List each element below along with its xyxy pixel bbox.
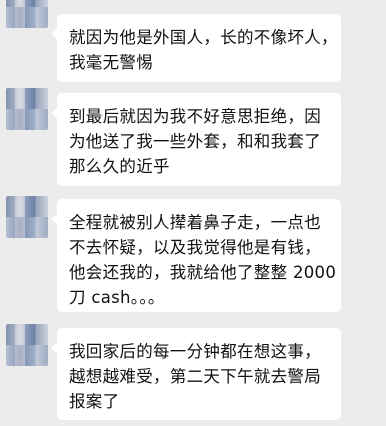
message-text-line: 报案了	[69, 392, 120, 411]
message-bubble[interactable]: 我回家后的每一分钟都在想这事， 越想越难受，第二天下午就去警局 报案了	[51, 328, 341, 420]
message-text-line: 那么久的近乎	[69, 157, 170, 176]
avatar[interactable]	[6, 324, 48, 366]
message-text-line: 到最后就因为我不好意思拒绝，因	[69, 107, 321, 126]
message-text-line: 全程就被别人撵着鼻子走，一点也	[69, 213, 321, 232]
message-text-line: 我回家后的每一分钟都在想这事，	[69, 342, 321, 361]
message-text-line: 越想越难受，第二天下午就去警局	[69, 367, 321, 386]
avatar[interactable]	[6, 0, 48, 28]
message-text-line: 我毫无警惕	[69, 53, 153, 72]
message-text-line: 刀 cash。。。	[69, 288, 165, 307]
message-bubble[interactable]: 就因为他是外国人，长的不像坏人， 我毫无警惕	[51, 14, 341, 82]
message-text-line: 他会还我的，我就给他了整整 2000	[69, 263, 337, 282]
avatar[interactable]	[6, 196, 48, 238]
chat-conversation: 就因为他是外国人，长的不像坏人， 我毫无警惕 到最后就因为我不好意思拒绝，因 为…	[0, 0, 386, 426]
message-text-line: 为他送了我一些外套，和和我套了	[69, 132, 321, 151]
message-text-line: 就因为他是外国人，长的不像坏人，	[69, 28, 338, 47]
message-bubble[interactable]: 到最后就因为我不好意思拒绝，因 为他送了我一些外套，和和我套了 那么久的近乎	[51, 93, 341, 186]
message-text-line: 不去怀疑，以及我觉得他是有钱，	[69, 238, 321, 257]
avatar[interactable]	[6, 88, 48, 130]
message-bubble[interactable]: 全程就被别人撵着鼻子走，一点也 不去怀疑，以及我觉得他是有钱， 他会还我的，我就…	[51, 199, 341, 312]
